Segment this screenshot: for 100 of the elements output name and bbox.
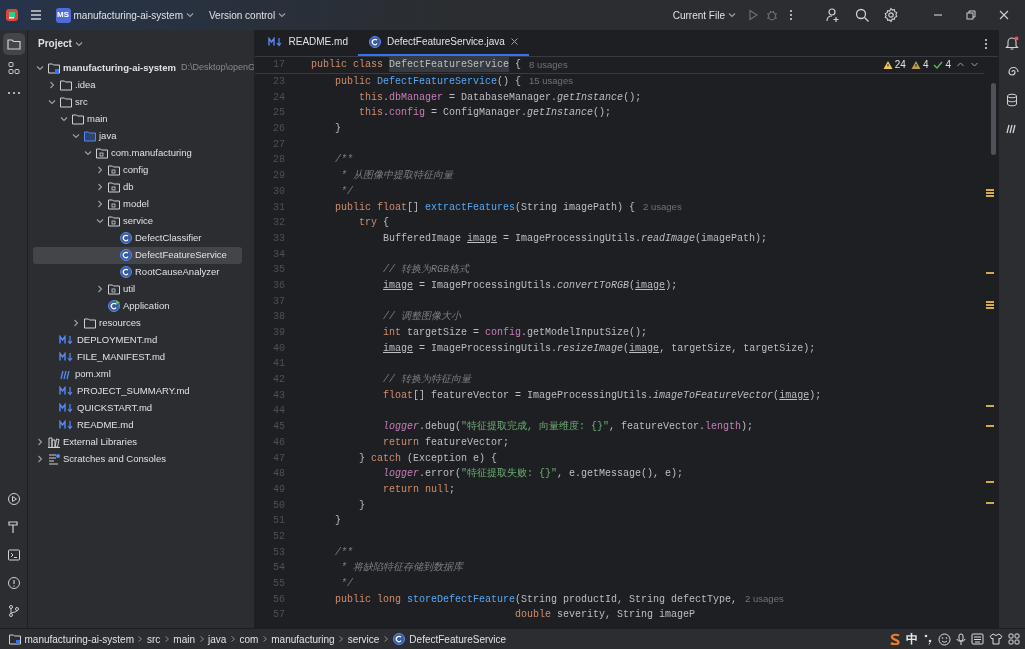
tree-item[interactable]: DefectFeatureService [33,246,242,264]
inspection-counter[interactable]: 4 [910,57,929,73]
tree-item[interactable]: PROJECT_SUMMARY.md [33,382,242,400]
chevron-icon[interactable] [71,318,81,328]
scrollbar-thumb[interactable] [991,83,996,155]
code-comment: * 从图像中提取特征向量 [341,168,454,184]
microphone-icon[interactable] [956,632,966,646]
restore-icon[interactable] [965,9,977,21]
shirt-icon[interactable] [989,633,1003,645]
chevron-icon[interactable] [95,284,105,294]
tree-item[interactable]: model [33,195,242,213]
tree-item[interactable]: config [33,161,242,179]
add-user-icon[interactable] [825,7,841,23]
run-icon[interactable] [746,8,760,22]
caret-icon [278,11,287,19]
keyboard-icon[interactable] [971,633,984,645]
debug-icon[interactable] [765,8,779,22]
tree-item[interactable]: .idea [33,76,242,94]
tree-item[interactable]: util [33,280,242,298]
breadcrumb-item[interactable]: main [170,629,198,649]
code-text: = DatabaseManager. [449,90,558,105]
tree-item[interactable]: Application [33,297,242,315]
chevron-right-icon [228,635,237,643]
run-configuration-menu[interactable]: Current File [667,5,741,25]
tree-item[interactable]: pom.xml [33,365,242,383]
tree-item[interactable]: db [33,178,242,196]
breadcrumb-item[interactable]: com [236,629,261,649]
tree-item[interactable]: java [33,127,242,145]
grid-icon[interactable] [1008,633,1020,645]
markdown-icon [59,386,75,396]
chevron-icon[interactable] [95,199,105,209]
usage-hint[interactable]: 2 usages [745,592,784,607]
version-control-menu[interactable]: Version control [204,5,292,25]
punctuation-icon[interactable] [923,633,933,645]
breadcrumb-item[interactable]: manufacturing [268,629,338,649]
tree-item[interactable]: FILE_MANIFEST.md [33,348,242,366]
chevron-icon[interactable] [35,454,45,464]
chevron-icon[interactable] [47,97,57,107]
ime-logo-icon[interactable] [889,633,901,645]
more-icon[interactable] [984,37,988,51]
more-icon[interactable] [789,8,793,22]
chevron-icon[interactable] [35,63,45,73]
tree-item[interactable]: DEPLOYMENT.md [33,331,242,349]
input-mode-toggle[interactable]: 中 [906,630,918,648]
chevron-icon[interactable] [47,80,57,90]
breadcrumb-item[interactable]: DefectFeatureService [389,629,509,649]
string-literal: "特征提取完成, 向量维度: {}" [461,419,610,435]
chevron-icon[interactable] [35,437,45,447]
tree-item[interactable]: External Libraries [33,433,242,451]
tree-item[interactable]: main [33,110,242,128]
close-icon[interactable] [509,37,519,46]
tree-item[interactable]: RootCauseAnalyzer [33,263,242,281]
markdown-icon [59,352,75,362]
inspection-counter[interactable]: 24 [882,57,906,73]
usage-hint[interactable]: 2 usages [643,199,682,215]
code-comment: // 转换为特征向量 [383,372,472,388]
usage-hint[interactable]: 15 usages [529,74,573,89]
database-icon[interactable] [1005,93,1019,107]
chevron-icon[interactable] [95,216,105,226]
tree-item[interactable]: QUICKSTART.md [33,399,242,417]
run-services-icon[interactable] [6,492,21,506]
more-icon[interactable] [6,90,21,95]
settings-icon[interactable] [883,7,899,23]
close-icon[interactable] [998,9,1010,21]
project-selector[interactable]: MS manufacturing-ai-system [50,5,199,25]
chevron-icon[interactable] [59,114,69,124]
git-branch-icon[interactable] [6,604,21,618]
tree-item[interactable]: service [33,212,242,230]
breadcrumb-item[interactable]: src [144,629,163,649]
panel-title-menu[interactable]: Project [38,36,83,51]
code-text: { [383,216,390,231]
emoji-icon[interactable] [938,632,951,646]
breadcrumb-item[interactable]: java [205,629,229,649]
menu-icon[interactable] [29,8,43,22]
breadcrumb-item[interactable]: manufacturing-ai-system [5,629,137,649]
chevron-icon[interactable] [95,165,105,175]
code-comment: */ [341,577,354,592]
tree-item[interactable]: com.manufacturing [33,144,242,162]
tree-item[interactable]: src [33,93,242,111]
chevron-icon[interactable] [83,148,93,158]
problems-icon[interactable] [6,576,21,590]
editor-tab[interactable]: README.md [257,29,358,56]
tree-item[interactable]: DefectClassifier [33,229,242,247]
tree-item[interactable]: Scratches and Consoles [33,450,242,468]
chevron-icon[interactable] [95,182,105,192]
usage-hint[interactable]: 8 usages [529,57,568,72]
tree-item[interactable]: manufacturing-ai-system D:\Desktop\openG [33,59,254,77]
notifications-icon[interactable] [1004,35,1020,51]
inspection-counter[interactable]: 4 [933,57,951,73]
hammer-icon[interactable] [6,520,21,534]
structure-icon[interactable] [6,61,21,75]
chevron-icon[interactable] [71,131,81,141]
code-text: featureVector; [425,435,510,450]
search-icon[interactable] [854,7,870,23]
tree-item[interactable]: resources [33,314,242,332]
tree-item[interactable]: README.md [33,416,242,434]
spiral-icon[interactable] [1005,65,1019,79]
method-name: extractFeatures [425,200,516,215]
terminal-icon[interactable] [6,548,21,562]
breadcrumb-item[interactable]: service [345,629,382,649]
